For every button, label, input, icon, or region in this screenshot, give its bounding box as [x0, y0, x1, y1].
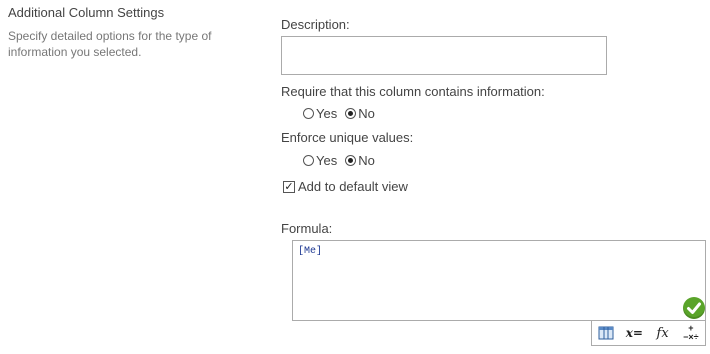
default-view-option[interactable]: ✓ Add to default view [283, 179, 408, 194]
required-label: Require that this column contains inform… [281, 84, 545, 99]
formula-label: Formula: [281, 221, 333, 236]
unique-yes-radio[interactable] [303, 154, 314, 166]
required-options: Yes No [303, 104, 383, 122]
formula-editor[interactable] [292, 240, 706, 321]
required-no-option[interactable]: No [345, 106, 375, 121]
formula-valid-check-icon [683, 297, 705, 319]
variable-glyph: x= [625, 326, 643, 340]
unique-options: Yes No [303, 151, 383, 169]
unique-yes-option[interactable]: Yes [303, 153, 337, 168]
description-label: Description: [281, 17, 350, 32]
section-title: Additional Column Settings [8, 5, 165, 20]
unique-no-option[interactable]: No [345, 153, 375, 168]
required-yes-label: Yes [316, 105, 338, 121]
section-description: Specify detailed options for the type of… [8, 29, 212, 59]
default-view-label: Add to default view [298, 179, 408, 194]
insert-function-icon[interactable]: fx [653, 323, 673, 343]
unique-yes-label: Yes [316, 152, 338, 168]
function-glyph: fx [656, 325, 669, 341]
unique-no-label: No [358, 152, 375, 168]
insert-variable-icon[interactable]: x= [624, 323, 644, 343]
required-no-label: No [358, 105, 375, 121]
operators-icon[interactable]: +−×÷ [681, 323, 701, 343]
required-yes-option[interactable]: Yes [303, 106, 337, 121]
formula-toolbar: x= fx +−×÷ [591, 321, 706, 346]
default-view-checkbox[interactable]: ✓ [283, 180, 295, 193]
required-yes-radio[interactable] [303, 107, 314, 119]
insert-column-icon[interactable] [596, 323, 616, 343]
formula-value: [Me] [298, 246, 323, 257]
unique-no-radio[interactable] [345, 154, 357, 166]
operators-glyph: +−×÷ [683, 323, 699, 342]
unique-label: Enforce unique values: [281, 130, 414, 145]
description-input[interactable] [281, 36, 607, 75]
required-no-radio[interactable] [345, 107, 357, 119]
